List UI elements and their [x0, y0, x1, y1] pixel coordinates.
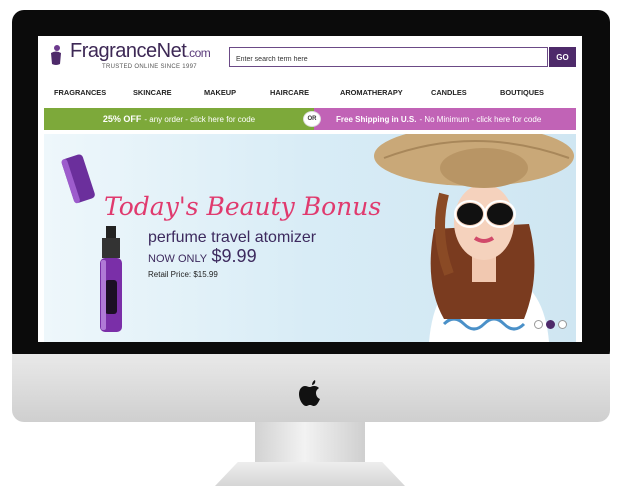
carousel-dots	[534, 320, 570, 332]
apple-logo-icon	[299, 380, 320, 406]
nav-item-skincare[interactable]: SKINCARE	[133, 88, 172, 97]
monitor-stand-base	[215, 462, 405, 486]
monitor-stand-neck	[255, 422, 365, 466]
perfume-bottle-logo-icon	[51, 45, 61, 65]
nav-item-makeup[interactable]: MAKEUP	[204, 88, 236, 97]
now-only-label: NOW ONLY	[148, 253, 208, 265]
search-input[interactable]	[230, 50, 547, 69]
nav-item-aromatherapy[interactable]: AROMATHERAPY	[340, 88, 403, 97]
perfume-atomizer-image	[61, 154, 122, 332]
promo-discount-strong: 25% OFF	[102, 114, 142, 124]
brand-name: FragranceNet.com	[70, 40, 211, 62]
hero-price-line: NOW ONLY $9.99	[148, 246, 257, 267]
promo-shipping-banner[interactable]: Free Shipping in U.S. - No Minimum - cli…	[314, 108, 576, 130]
or-badge: OR	[303, 111, 321, 127]
nav-item-boutiques[interactable]: BOUTIQUES	[500, 88, 544, 97]
model-photo	[374, 134, 574, 342]
carousel-dot-1[interactable]	[534, 320, 543, 329]
hero-banner[interactable]: Today's Beauty Bonus perfume travel atom…	[44, 134, 576, 342]
tagline: TRUSTED ONLINE SINCE 1997	[102, 64, 197, 70]
search-box	[229, 47, 548, 69]
nav-item-haircare[interactable]: HAIRCARE	[270, 88, 309, 97]
carousel-dot-3[interactable]	[558, 320, 567, 329]
hero-product-name: perfume travel atomizer	[148, 229, 317, 246]
promo-discount-text: - any order - click here for code	[144, 114, 256, 124]
promo-discount-banner[interactable]: 25% OFF - any order - click here for cod…	[44, 108, 314, 130]
promo-shipping-strong: Free Shipping in U.S.	[336, 114, 417, 124]
hero-title: Today's Beauty Bonus	[104, 192, 382, 221]
search-go-button[interactable]: GO	[549, 47, 576, 67]
carousel-dot-2[interactable]	[546, 320, 555, 329]
nav-item-fragrances[interactable]: FRAGRANCES	[54, 88, 106, 97]
nav-item-candles[interactable]: CANDLES	[431, 88, 467, 97]
main-nav: FRAGRANCES SKINCARE MAKEUP HAIRCARE AROM…	[38, 88, 582, 102]
promo-shipping-text: - No Minimum - click here for code	[419, 114, 542, 124]
brand-tld: .com	[186, 46, 211, 60]
hero-price: $9.99	[211, 246, 257, 266]
site-logo[interactable]: FragranceNet.com TRUSTED ONLINE SINCE 19…	[44, 38, 229, 74]
screen: FragranceNet.com TRUSTED ONLINE SINCE 19…	[38, 36, 582, 342]
retail-price: Retail Price: $15.99	[148, 270, 218, 279]
